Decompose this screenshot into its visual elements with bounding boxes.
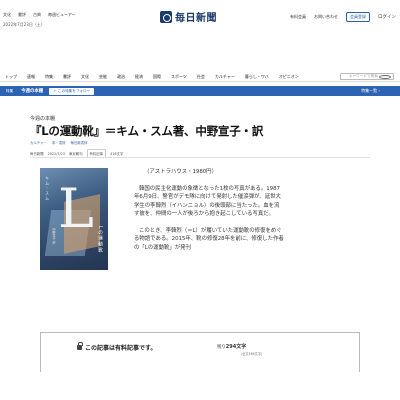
remaining-count: 残り294文字 xyxy=(217,343,246,350)
meta-words: 418文字 xyxy=(110,152,124,156)
paragraph-2: このとき、李韓烈（＝L）が履いていた運動靴の修復をめぐる物語である。2015年、… xyxy=(134,227,284,251)
special-bar: 特集 今週の本棚 ＋ この特集をフォロー 特集一覧 › xyxy=(0,86,400,96)
nav-item-seiji[interactable]: 政治 xyxy=(112,74,130,80)
search-icon[interactable] xyxy=(379,75,391,79)
search-input[interactable]: キーワードで検索 xyxy=(340,73,394,80)
tag-book[interactable]: 本・書評 xyxy=(52,140,66,145)
site-logo[interactable]: 毎日新聞 xyxy=(160,9,217,24)
cover-author: キム・スム xyxy=(45,176,50,201)
article-kicker: 今週の本棚 xyxy=(30,116,56,122)
nav-item-geino[interactable]: 芸能 xyxy=(94,74,112,80)
utility-links: 文化 書評 古典 毎週ビューアー xyxy=(3,12,76,18)
remain-count: 294文字 xyxy=(225,344,247,350)
lock-icon xyxy=(77,342,83,350)
cover-letter: L xyxy=(58,177,94,240)
meta-date: 2022/7/23 xyxy=(47,151,65,156)
utility-right: 有料会員 お問い合わせ 会員登録 ログイン xyxy=(290,12,396,22)
article-headline: 『Lの運動靴』＝キム・スム著、中野宣子・訳 xyxy=(30,124,264,138)
nav-item-top[interactable]: トップ xyxy=(0,74,22,80)
meta-edition: 東京朝刊 xyxy=(68,152,83,156)
book-cover-image: キム・スム L 中野宣子 訳 Lの運動靴 xyxy=(40,168,108,270)
nav-item-keizai[interactable]: 経済 xyxy=(130,74,148,80)
follow-button[interactable]: ＋ この特集をフォロー xyxy=(49,87,95,95)
util-link-koten[interactable]: 古典 xyxy=(33,12,41,18)
nav-item-kurashi[interactable]: 暮らし・ワバ xyxy=(240,74,274,80)
util-link-premium[interactable]: 有料会員 xyxy=(290,14,306,20)
article-tags: カルチャー 本・書評 毎日新書評 xyxy=(30,140,87,145)
remain-label: 残り xyxy=(217,345,226,350)
util-link-shohyo[interactable]: 書評 xyxy=(18,12,26,18)
utility-bar: 文化 書評 古典 毎週ビューアー 2022年7月23日（土） 毎日新聞 有料会員… xyxy=(0,0,400,36)
nav-item-kokusai[interactable]: 国際 xyxy=(148,74,166,80)
paywall-title-text: この記事は有料記事です。 xyxy=(85,345,157,352)
special-title[interactable]: 今週の本棚 xyxy=(21,88,43,94)
nav-item-tokushu[interactable]: 特集 xyxy=(40,74,58,80)
logo-mark-icon xyxy=(160,10,172,23)
paywall-title: この記事は有料記事です。 xyxy=(77,342,157,352)
follow-button-label: この特集をフォロー xyxy=(57,88,91,93)
nav-item-shohyo[interactable]: 書評 xyxy=(58,74,76,80)
meta-paper: 毎日新聞 xyxy=(30,152,44,156)
main-nav: トップ 速報 特集 書評 文化 芸能 政治 経済 国際 スポーツ 社会 カルチャ… xyxy=(0,72,400,82)
paywall-box: この記事は有料記事です。 残り294文字 （全文466文字） xyxy=(40,332,360,372)
nav-item-sports[interactable]: スポーツ xyxy=(166,74,192,80)
login-link[interactable]: ログイン xyxy=(378,14,396,20)
nav-item-shakai[interactable]: 社会 xyxy=(192,74,210,80)
nav-item-opinion[interactable]: オピニオン xyxy=(274,74,304,80)
cover-title: Lの運動靴 xyxy=(97,226,102,253)
publisher-info: （アストラハウス・1980円） xyxy=(144,169,217,175)
header-divider xyxy=(30,157,370,158)
special-list-link[interactable]: 特集一覧 › xyxy=(361,88,380,94)
tag-review[interactable]: 毎日新書評 xyxy=(70,140,87,145)
util-link-bunka[interactable]: 文化 xyxy=(3,12,11,18)
nav-item-bunka[interactable]: 文化 xyxy=(76,74,94,80)
util-link-viewer[interactable]: 毎週ビューアー xyxy=(48,12,76,18)
article-body: （アストラハウス・1980円） 韓国の民主化運動の象徴となった1枚の写真がある。… xyxy=(134,168,284,260)
tag-culture[interactable]: カルチャー xyxy=(30,140,47,145)
logo-text: 毎日新聞 xyxy=(175,13,217,24)
text-fade xyxy=(120,296,320,324)
current-date: 2022年7月23日（土） xyxy=(3,22,45,27)
special-label: 特集 xyxy=(6,88,14,93)
nav-item-sokuho[interactable]: 速報 xyxy=(22,74,40,80)
register-button[interactable]: 会員登録 xyxy=(346,12,370,22)
paragraph-1: 韓国の民主化運動の象徴となった1枚の写真がある。1987年6月9日、警官がデモ隊… xyxy=(134,185,281,218)
nav-item-culture[interactable]: カルチャー xyxy=(210,74,240,80)
total-count: （全文466文字） xyxy=(239,352,265,356)
search-placeholder: キーワードで検索 xyxy=(349,74,378,78)
util-link-contact[interactable]: お問い合わせ xyxy=(314,14,338,20)
cover-translator: 中野宣子 訳 xyxy=(52,228,56,244)
